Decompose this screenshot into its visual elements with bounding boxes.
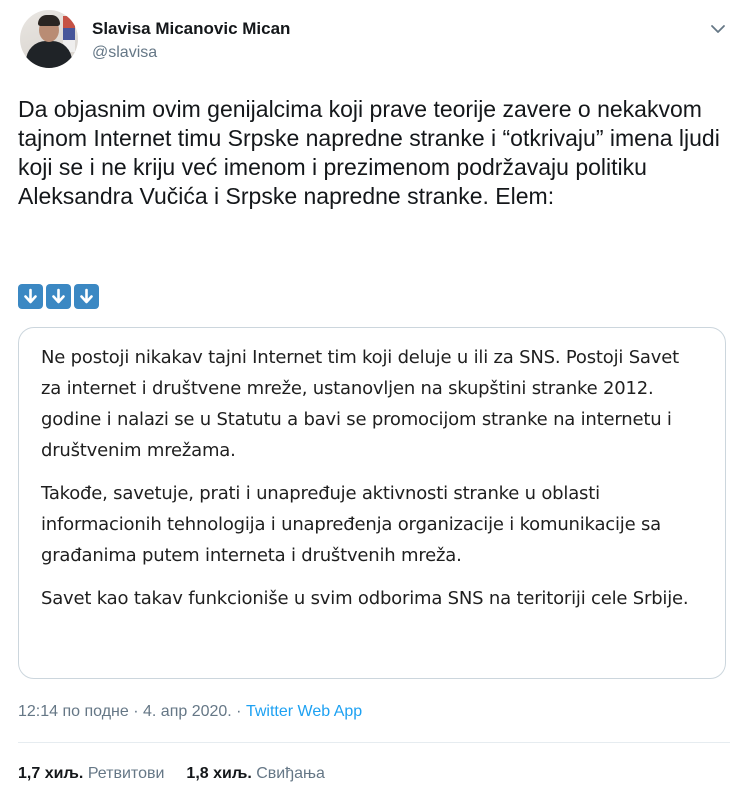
- likes-label: Свиђања: [256, 765, 325, 782]
- avatar-hair: [38, 15, 60, 26]
- chevron-down-icon[interactable]: [707, 18, 729, 40]
- avatar-suit: [26, 41, 72, 68]
- source-app-link[interactable]: Twitter Web App: [246, 703, 362, 720]
- divider: [18, 742, 730, 743]
- meta-separator: ·: [128, 703, 143, 720]
- user-handle[interactable]: @slavisa: [92, 44, 157, 62]
- display-name[interactable]: Slavisa Micanovic Mican: [92, 19, 290, 39]
- card-paragraph-3: Savet kao takav funkcioniše u svim odbor…: [41, 588, 689, 609]
- tweet-time[interactable]: 12:14 по подне: [18, 703, 129, 720]
- emoji-row: [18, 284, 99, 309]
- attached-image-card[interactable]: Ne postoji nikakav tajni Internet tim ko…: [18, 327, 726, 679]
- arrow-down-icon: [74, 284, 99, 309]
- retweets-stat[interactable]: 1,7 хиљ. Ретвитови: [18, 765, 164, 782]
- card-paragraph-1: Ne postoji nikakav tajni Internet tim ko…: [41, 347, 679, 461]
- retweets-label: Ретвитови: [87, 765, 165, 782]
- retweets-count: 1,7 хиљ.: [18, 765, 84, 782]
- meta-separator: ·: [231, 703, 246, 720]
- tweet-meta: 12:14 по подне · 4. апр 2020. · Twitter …: [18, 703, 362, 721]
- arrow-down-icon: [18, 284, 43, 309]
- tweet-text: Da objasnim ovim genijalcima koji prave …: [18, 96, 720, 209]
- arrow-down-icon: [46, 284, 71, 309]
- card-paragraph-2: Takođe, savetuje, prati i unapređuje akt…: [41, 483, 661, 566]
- likes-stat[interactable]: 1,8 хиљ. Свиђања: [186, 765, 325, 782]
- likes-count: 1,8 хиљ.: [186, 765, 252, 782]
- avatar[interactable]: [20, 10, 78, 68]
- tweet-date[interactable]: 4. апр 2020.: [143, 703, 232, 720]
- tweet-stats: 1,7 хиљ. Ретвитови 1,8 хиљ. Свиђања: [18, 765, 325, 783]
